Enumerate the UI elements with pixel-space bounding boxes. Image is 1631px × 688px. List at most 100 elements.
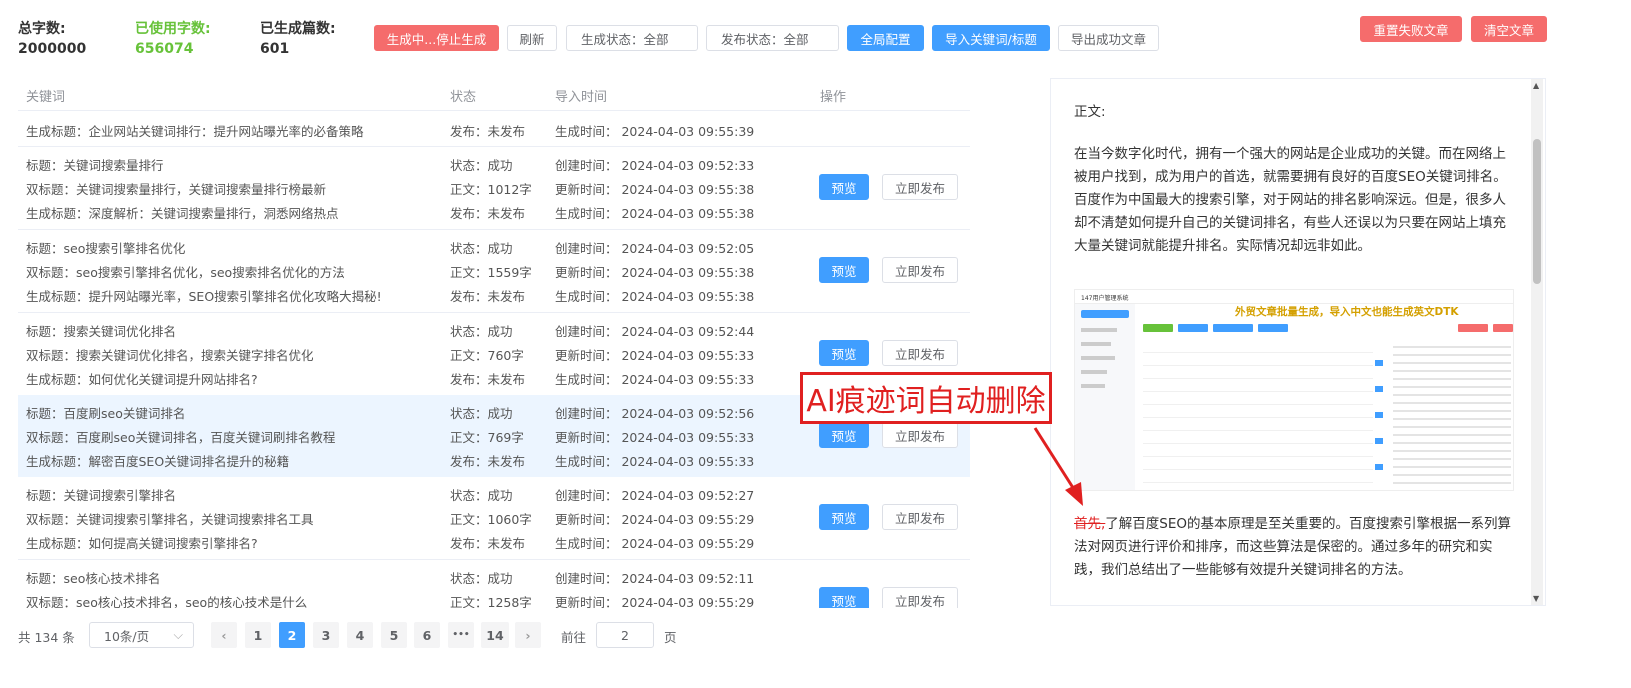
preview-button[interactable]: 预览 bbox=[819, 422, 869, 448]
prev-page-button[interactable]: ‹ bbox=[211, 622, 237, 648]
page-suffix: 页 bbox=[664, 630, 677, 645]
articles-table: 关键词 状态 导入时间 操作 生成标题：企业网站关键词排行：提升网站曝光率的必备… bbox=[18, 78, 970, 608]
row-gen-time: 生成时间： 2024-04-03 09:55:39 bbox=[555, 124, 755, 139]
goto-page-input[interactable] bbox=[596, 622, 654, 648]
page-button-active[interactable]: 2 bbox=[279, 622, 305, 648]
row-updated-time: 更新时间： 2024-04-03 09:55:33 bbox=[555, 430, 755, 445]
page-button[interactable]: 3 bbox=[313, 622, 339, 648]
row-created-time: 创建时间： 2024-04-03 09:52:11 bbox=[555, 571, 755, 586]
row-word-count: 正文：1559字 bbox=[450, 265, 532, 280]
row-gen-title: 生成标题：解密百度SEO关键词排名提升的秘籍 bbox=[26, 454, 290, 469]
row-title: 标题：关键词搜索引擎排名 bbox=[26, 488, 177, 503]
shot-banner: 外贸文章批量生成，导入中文也能生成英文DTK bbox=[1235, 306, 1459, 318]
page-button[interactable]: 1 bbox=[245, 622, 271, 648]
scroll-down-icon[interactable]: ▼ bbox=[1533, 594, 1539, 603]
row-gen-title: 生成标题：提升网站曝光率，SEO搜索引擎排名优化攻略大揭秘! bbox=[26, 289, 382, 304]
row-publish-status: 发布：未发布 bbox=[450, 454, 526, 469]
table-row: 标题：seo核心技术排名 双标题：seo核心技术排名，seo的核心技术是什么 状态：… bbox=[18, 560, 970, 608]
row-updated-time: 更新时间： 2024-04-03 09:55:38 bbox=[555, 265, 755, 280]
arrow-icon bbox=[1033, 427, 1083, 506]
page-button[interactable]: 4 bbox=[347, 622, 373, 648]
row-word-count: 正文：1060字 bbox=[450, 512, 532, 527]
table-header: 关键词 状态 导入时间 操作 bbox=[18, 78, 970, 111]
generation-status-select[interactable]: 生成状态：全部 bbox=[566, 25, 698, 51]
stop-generation-button[interactable]: 生成中...停止生成 bbox=[374, 25, 499, 51]
table-row: 标题：关键词搜索量排行 双标题：关键词搜索量排行，关键词搜索量排行榜最新 生成标题：… bbox=[18, 147, 970, 230]
preview-button[interactable]: 预览 bbox=[819, 174, 869, 200]
publish-status-select[interactable]: 发布状态：全部 bbox=[706, 25, 839, 51]
page-size-select[interactable]: 10条/页 ⌵ bbox=[89, 622, 194, 648]
row-updated-time: 更新时间： 2024-04-03 09:55:29 bbox=[555, 595, 755, 608]
preview-paragraph-text: 了解百度SEO的基本原理是至关重要的。百度搜索引擎根据一系列算法对网页进行评价和… bbox=[1074, 516, 1512, 578]
row-created-time: 创建时间： 2024-04-03 09:52:27 bbox=[555, 488, 755, 503]
header-keyword: 关键词 bbox=[26, 90, 66, 105]
preview-paragraph: 在当今数字化时代，拥有一个强大的网站是企业成功的关键。而在网络上被用户找到，成为… bbox=[1074, 146, 1507, 254]
page-button[interactable]: 6 bbox=[414, 622, 440, 648]
row-updated-time: 更新时间： 2024-04-03 09:55:33 bbox=[555, 348, 755, 363]
row-word-count: 正文：1012字 bbox=[450, 182, 532, 197]
row-double-title: 双标题：seo核心技术排名，seo的核心技术是什么 bbox=[26, 595, 308, 608]
chevron-down-icon: ⌵ bbox=[173, 627, 183, 642]
row-updated-time: 更新时间： 2024-04-03 09:55:38 bbox=[555, 182, 755, 197]
shot-app-title: 147用户管理系统 bbox=[1075, 290, 1513, 304]
row-created-time: 创建时间： 2024-04-03 09:52:56 bbox=[555, 406, 755, 421]
publish-now-button[interactable]: 立即发布 bbox=[882, 504, 958, 530]
page-button[interactable]: 14 bbox=[481, 622, 509, 648]
row-double-title: 双标题：seo搜索引擎排名优化，seo搜索排名优化的方法 bbox=[26, 265, 345, 280]
refresh-button[interactable]: 刷新 bbox=[507, 25, 557, 51]
page-button[interactable]: 5 bbox=[381, 622, 407, 648]
preview-button[interactable]: 预览 bbox=[819, 504, 869, 530]
row-double-title: 双标题：搜索关键词优化排名，搜索关键字排名优化 bbox=[26, 348, 314, 363]
row-status: 状态：成功 bbox=[450, 158, 513, 173]
publish-now-button[interactable]: 立即发布 bbox=[882, 174, 958, 200]
global-config-button[interactable]: 全局配置 bbox=[847, 25, 924, 51]
reset-failed-button[interactable]: 重置失败文章 bbox=[1360, 16, 1462, 42]
import-keywords-button[interactable]: 导入关键词/标题 bbox=[932, 25, 1050, 51]
used-words-value: 656074 bbox=[135, 41, 194, 57]
publish-now-button[interactable]: 立即发布 bbox=[882, 340, 958, 366]
row-updated-time: 更新时间： 2024-04-03 09:55:29 bbox=[555, 512, 755, 527]
publish-now-button[interactable]: 立即发布 bbox=[882, 422, 958, 448]
preview-button[interactable]: 预览 bbox=[819, 587, 869, 608]
preview-scrollbar[interactable]: ▲ ▼ bbox=[1531, 79, 1543, 605]
row-double-title: 双标题：关键词搜索引擎排名，关键词搜索排名工具 bbox=[26, 512, 314, 527]
preview-button[interactable]: 预览 bbox=[819, 340, 869, 366]
embedded-screenshot: 147用户管理系统 外贸文章批量生成，导入中文也能生成英文DTK bbox=[1074, 289, 1514, 491]
clear-articles-button[interactable]: 清空文章 bbox=[1471, 16, 1547, 42]
next-page-button[interactable]: › bbox=[515, 622, 541, 648]
callout-ai-trace-removal: AI痕迹词自动删除 bbox=[800, 372, 1052, 424]
publish-now-button[interactable]: 立即发布 bbox=[882, 257, 958, 283]
row-title: 标题：seo搜索引擎排名优化 bbox=[26, 241, 186, 256]
goto-label: 前往 bbox=[561, 630, 587, 645]
row-word-count: 正文：1258字 bbox=[450, 595, 532, 608]
header-status: 状态 bbox=[450, 90, 477, 105]
row-publish-status: 发布：未发布 bbox=[450, 372, 526, 387]
scrollbar-thumb[interactable] bbox=[1533, 139, 1541, 284]
more-pages-button[interactable]: ••• bbox=[448, 622, 474, 648]
generated-count-label: 已生成篇数: bbox=[260, 21, 336, 37]
header-import-time: 导入时间 bbox=[555, 90, 608, 105]
preview-button[interactable]: 预览 bbox=[819, 257, 869, 283]
row-created-time: 创建时间： 2024-04-03 09:52:44 bbox=[555, 324, 755, 339]
row-gen-time: 生成时间： 2024-04-03 09:55:29 bbox=[555, 536, 755, 551]
table-row: 标题：关键词搜索引擎排名 双标题：关键词搜索引擎排名，关键词搜索排名工具 生成标题：… bbox=[18, 477, 970, 560]
row-publish-status: 发布：未发布 bbox=[450, 289, 526, 304]
used-words-label: 已使用字数: bbox=[135, 21, 211, 37]
publish-now-button[interactable]: 立即发布 bbox=[882, 587, 958, 608]
article-preview-panel[interactable]: 正文: 在当今数字化时代，拥有一个强大的网站是企业成功的关键。而在网络上被用户找… bbox=[1050, 78, 1546, 606]
row-double-title: 双标题：百度刷seo关键词排名，百度关键词刷排名教程 bbox=[26, 430, 336, 445]
pagination-total: 共 134 条 bbox=[18, 630, 75, 645]
row-publish-status: 发布：未发布 bbox=[450, 536, 526, 551]
row-status: 状态：成功 bbox=[450, 241, 513, 256]
row-word-count: 正文：760字 bbox=[450, 348, 524, 363]
generated-count-value: 601 bbox=[260, 41, 290, 57]
row-gen-time: 生成时间： 2024-04-03 09:55:38 bbox=[555, 206, 755, 221]
row-title: 标题：seo核心技术排名 bbox=[26, 571, 161, 586]
page-size-value: 10条/页 bbox=[104, 628, 150, 644]
row-publish-status: 发布：未发布 bbox=[450, 124, 526, 139]
row-created-time: 创建时间： 2024-04-03 09:52:33 bbox=[555, 158, 755, 173]
row-gen-time: 生成时间： 2024-04-03 09:55:38 bbox=[555, 289, 755, 304]
export-articles-button[interactable]: 导出成功文章 bbox=[1058, 25, 1159, 51]
row-gen-title: 生成标题：企业网站关键词排行：提升网站曝光率的必备策略 bbox=[26, 124, 364, 139]
scroll-up-icon[interactable]: ▲ bbox=[1533, 81, 1539, 90]
